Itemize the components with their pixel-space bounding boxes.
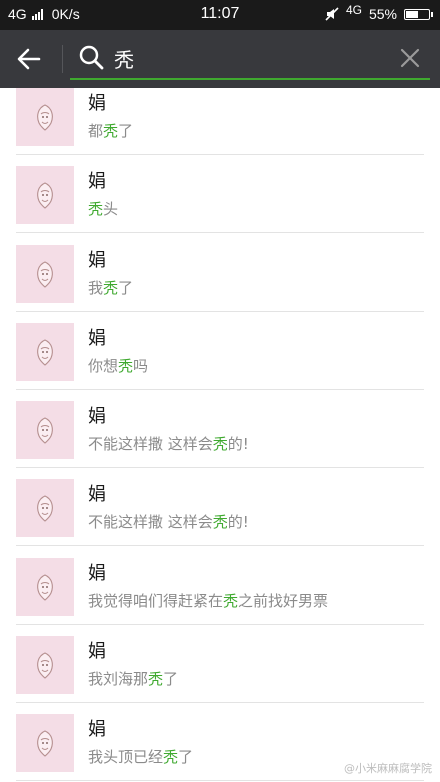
snippet-text: 的! — [227, 435, 249, 454]
keyword-highlight: 秃 — [148, 670, 164, 689]
divider — [16, 232, 424, 234]
list-item[interactable]: 娟不能这样撒 这样会秃的! — [0, 479, 440, 557]
message-snippet: 不能这样撒 这样会秃的! — [88, 433, 249, 454]
avatar — [16, 88, 74, 146]
message-snippet: 我觉得咱们得赶紧在秃之前找好男票 — [88, 590, 328, 611]
message-snippet: 你想秃吗 — [88, 355, 148, 376]
watermark: @小米麻麻腐学院 — [344, 762, 432, 775]
message-snippet: 不能这样撒 这样会秃的! — [88, 511, 249, 532]
list-item[interactable]: 娟你想秃吗 — [0, 322, 440, 401]
snippet-text: 的! — [227, 513, 249, 532]
contact-name: 娟 — [88, 249, 106, 271]
avatar — [16, 322, 74, 381]
snippet-text: 我觉得咱们得赶紧在 — [88, 591, 224, 610]
avatar — [16, 166, 74, 225]
contact-name: 娟 — [88, 171, 106, 193]
keyword-highlight: 秃 — [103, 278, 119, 297]
list-item[interactable]: 娟秃头 — [0, 166, 440, 244]
message-snippet: 都秃了 — [88, 120, 133, 141]
snippet-text: 不能这样撒 这样会 — [88, 513, 213, 532]
back-button[interactable] — [14, 44, 44, 74]
contact-name: 娟 — [88, 484, 106, 506]
keyword-highlight: 秃 — [118, 356, 134, 375]
list-item[interactable]: 娟我秃了 — [0, 244, 440, 323]
message-snippet: 我刘海那秃了 — [88, 668, 178, 689]
keyword-highlight: 秃 — [223, 591, 239, 610]
snippet-text: 都 — [88, 122, 104, 140]
divider — [16, 310, 424, 312]
snippet-text: 之前找好男票 — [238, 591, 329, 610]
snippet-text: 我刘海那 — [88, 670, 149, 689]
divider — [16, 623, 424, 625]
message-snippet: 秃头 — [88, 198, 118, 219]
message-snippet: 我秃了 — [88, 277, 133, 298]
contact-name: 娟 — [88, 719, 106, 741]
search-icon — [79, 45, 104, 70]
snippet-text: 我头顶已经 — [88, 748, 164, 767]
list-item[interactable]: 娟都秃了 — [0, 88, 440, 166]
network-type-right: 4G — [345, 3, 362, 17]
battery-level — [406, 10, 418, 18]
snippet-text: 头 — [103, 200, 119, 219]
keyword-highlight: 秃 — [212, 435, 228, 454]
divider — [16, 388, 424, 390]
divider — [16, 545, 424, 547]
battery-percent: 55% — [368, 6, 397, 22]
avatar — [16, 479, 74, 538]
back-arrow-icon — [17, 48, 41, 70]
contact-name: 娟 — [88, 406, 106, 428]
snippet-text: 吗 — [133, 356, 149, 375]
divider — [16, 154, 424, 155]
list-item[interactable]: 娟我刘海那秃了 — [0, 636, 440, 714]
snippet-text: 我 — [88, 278, 104, 297]
keyword-highlight: 秃 — [88, 200, 104, 219]
avatar — [16, 557, 74, 616]
snippet-text: 你想 — [88, 356, 119, 375]
divider — [16, 780, 424, 782]
list-item[interactable]: 娟我觉得咱们得赶紧在秃之前找好男票 — [0, 557, 440, 636]
snippet-text: 了 — [178, 748, 194, 767]
search-results-list: 娟都秃了娟秃头娟我秃了娟你想秃吗娟不能这样撒 这样会秃的! 娟不能这样撒 这样会秃… — [0, 88, 440, 782]
status-right: 4G 55% — [325, 3, 433, 22]
search-header — [0, 30, 440, 88]
contact-name: 娟 — [88, 562, 106, 584]
keyword-highlight: 秃 — [103, 122, 119, 140]
mute-icon — [325, 7, 339, 21]
contact-name: 娟 — [88, 93, 106, 114]
battery-icon — [404, 8, 433, 20]
close-icon — [400, 48, 420, 68]
snippet-text: 了 — [118, 122, 134, 140]
snippet-text: 了 — [118, 278, 134, 297]
list-item[interactable]: 娟不能这样撒 这样会秃的! — [0, 401, 440, 479]
keyword-highlight: 秃 — [163, 748, 179, 767]
contact-name: 娟 — [88, 641, 106, 663]
divider — [16, 467, 424, 469]
snippet-text: 了 — [163, 670, 179, 689]
contact-name: 娟 — [88, 327, 106, 349]
clear-search-button[interactable] — [398, 46, 422, 70]
avatar — [16, 714, 74, 773]
search-field[interactable] — [70, 38, 430, 80]
header-divider — [62, 45, 63, 73]
avatar — [16, 636, 74, 695]
status-bar: 4G 0K/s 11:07 4G 55% — [0, 0, 440, 30]
avatar — [16, 244, 74, 303]
message-snippet: 我头顶已经秃了 — [88, 746, 193, 767]
search-input[interactable] — [114, 42, 384, 74]
divider — [16, 702, 424, 704]
keyword-highlight: 秃 — [212, 513, 228, 532]
avatar — [16, 401, 74, 460]
snippet-text: 不能这样撒 这样会 — [88, 435, 213, 454]
